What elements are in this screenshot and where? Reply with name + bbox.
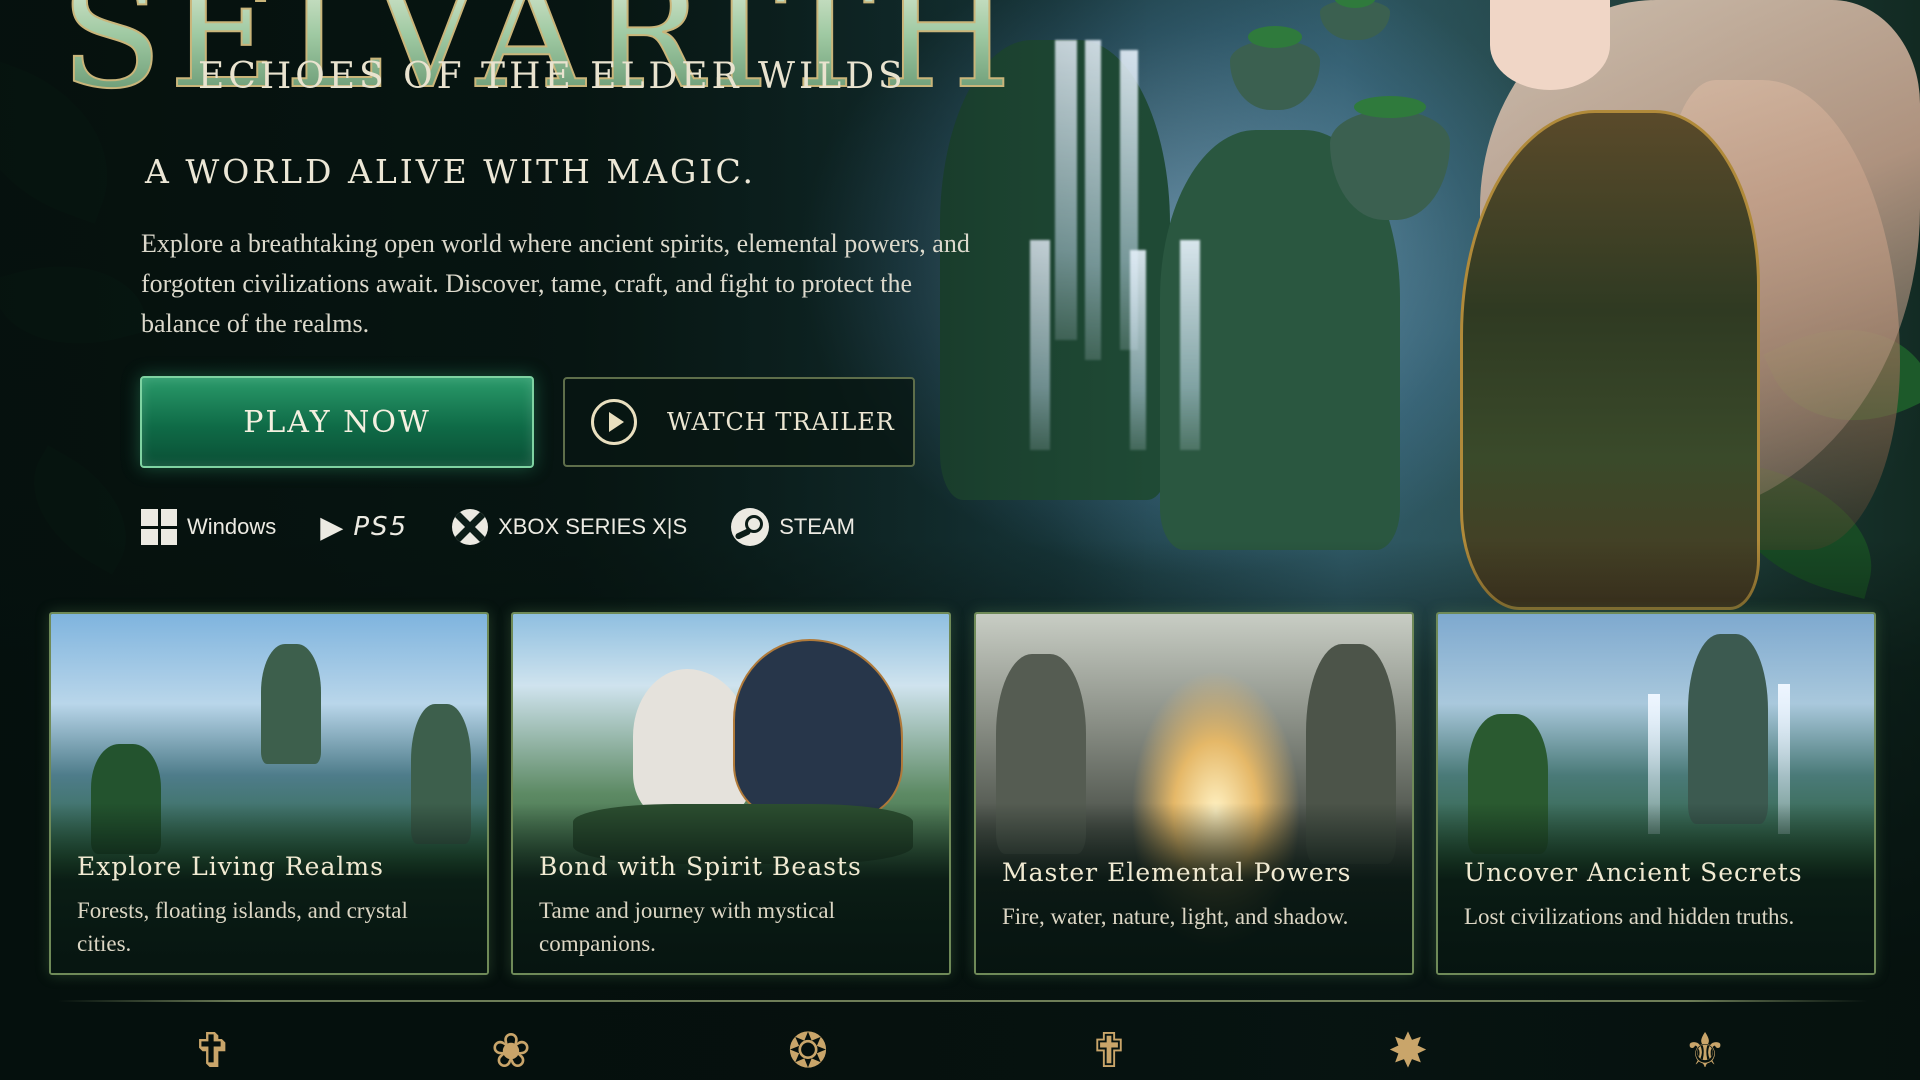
- bow-emblem-icon[interactable]: ✞: [182, 1022, 244, 1080]
- antler-emblem-icon[interactable]: ❀: [480, 1022, 542, 1080]
- feature-card-explore[interactable]: Explore Living Realms Forests, floating …: [49, 612, 489, 975]
- windows-icon: [141, 509, 177, 545]
- card-description: Tame and journey with mystical companion…: [539, 898, 836, 956]
- tree-emblem-icon[interactable]: ✸: [1377, 1022, 1439, 1080]
- card-shade: [1438, 803, 1874, 973]
- card-title: Uncover Ancient Secrets: [1464, 858, 1803, 887]
- platform-xbox-label: XBOX SERIES X|S: [498, 514, 688, 539]
- floating-rock: [261, 644, 321, 764]
- flame-emblem-icon[interactable]: ❂: [777, 1022, 839, 1080]
- feature-card-beasts[interactable]: Bond with Spirit Beasts Tame and journey…: [511, 612, 951, 975]
- section-divider: [58, 1000, 1868, 1002]
- play-now-label: PLAY NOW: [243, 404, 431, 440]
- play-icon: [591, 399, 637, 445]
- game-subtitle: ECHOES OF THE ELDER WILDS: [198, 56, 907, 97]
- steam-icon: [731, 508, 770, 546]
- watch-trailer-label: WATCH TRAILER: [667, 408, 895, 436]
- feature-card-secrets[interactable]: Uncover Ancient Secrets Lost civilizatio…: [1436, 612, 1876, 975]
- hero-description: Explore a breathtaking open world where …: [141, 229, 970, 338]
- watch-trailer-button[interactable]: WATCH TRAILER: [563, 377, 915, 467]
- card-title: Explore Living Realms: [77, 852, 384, 881]
- card-description: Forests, floating islands, and crystal c…: [77, 898, 408, 956]
- card-shade: [976, 803, 1412, 973]
- armored-beast: [733, 639, 903, 819]
- staff-emblem-icon[interactable]: ✟: [1078, 1022, 1140, 1080]
- tagline: A WORLD ALIVE WITH MAGIC.: [145, 152, 757, 191]
- play-now-button[interactable]: PLAY NOW: [140, 376, 534, 468]
- platform-list: Windows ▶ PS5 XBOX SERIES X|S STEAM: [141, 505, 899, 549]
- ruin-spire: [1688, 634, 1768, 824]
- platform-steam-label: STEAM: [779, 514, 855, 539]
- platform-ps5-label: PS5: [353, 512, 409, 542]
- platform-xbox: XBOX SERIES X|S: [452, 509, 687, 545]
- feature-card-elemental[interactable]: Master Elemental Powers Fire, water, nat…: [974, 612, 1414, 975]
- platform-windows-label: Windows: [187, 514, 277, 539]
- playstation-icon: ▶: [320, 509, 344, 545]
- platform-ps5: ▶ PS5: [320, 510, 408, 545]
- card-description: Lost civilizations and hidden truths.: [1464, 904, 1795, 929]
- platform-windows: Windows: [141, 509, 276, 545]
- card-title: Bond with Spirit Beasts: [539, 852, 862, 881]
- card-description: Fire, water, nature, light, and shadow.: [1002, 904, 1349, 929]
- platform-steam: STEAM: [731, 508, 855, 546]
- xbox-icon: [452, 509, 489, 545]
- feature-cards: Explore Living Realms Forests, floating …: [49, 612, 1879, 975]
- crest-emblem-icon[interactable]: ⚜: [1674, 1022, 1736, 1080]
- card-title: Master Elemental Powers: [1002, 858, 1352, 887]
